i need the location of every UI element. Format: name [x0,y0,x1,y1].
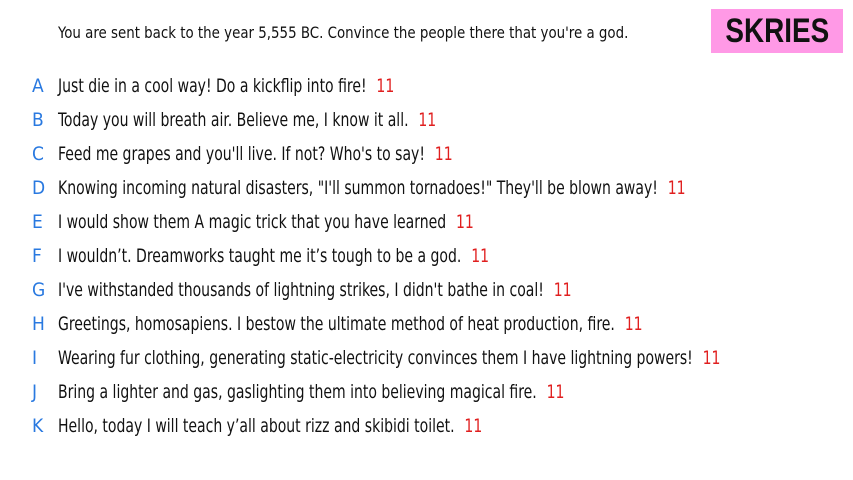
answer-text: Just die in a cool way! Do a kickflip in… [58,75,367,97]
answer-letter: D [32,177,46,199]
answer-letter: E [32,211,43,233]
vote-count: 11 [464,415,483,437]
answer-row-c[interactable]: C Feed me grapes and you'll live. If not… [0,138,853,168]
answer-text: Bring a lighter and gas, gaslighting the… [58,381,537,403]
answer-row-f[interactable]: F I wouldn’t. Dreamworks taught me it’s … [0,240,853,270]
answer-line: Hello, today I will teach y’all about ri… [58,414,482,438]
answer-letter: A [32,75,44,97]
answer-row-d[interactable]: D Knowing incoming natural disasters, "I… [0,172,853,202]
answer-text: Greetings, homosapiens. I bestow the ult… [58,313,615,335]
answer-letter: K [32,415,44,437]
answer-letter: B [32,109,44,131]
vote-count: 11 [376,75,395,97]
answer-line: Today you will breath air. Believe me, I… [58,108,436,132]
answer-letter: G [32,279,46,301]
logo-text: SKRIES [725,11,829,50]
answer-line: Feed me grapes and you'll live. If not? … [58,142,453,166]
vote-count: 11 [434,143,453,165]
answer-row-k[interactable]: K Hello, today I will teach y’all about … [0,410,853,440]
vote-count: 11 [667,177,686,199]
skries-logo: SKRIES [711,9,843,53]
answer-row-j[interactable]: J Bring a lighter and gas, gaslighting t… [0,376,853,406]
answer-text: I would show them A magic trick that you… [58,211,447,233]
answer-line: I've withstanded thousands of lightning … [58,278,572,302]
answer-letter: H [32,313,45,335]
vote-count: 11 [702,347,721,369]
answer-line: Bring a lighter and gas, gaslighting the… [58,380,564,404]
vote-count: 11 [546,381,565,403]
answer-line: Just die in a cool way! Do a kickflip in… [58,74,394,98]
vote-count: 11 [624,313,643,335]
vote-count: 11 [455,211,474,233]
answer-row-e[interactable]: E I would show them A magic trick that y… [0,206,853,236]
answer-row-g[interactable]: G I've withstanded thousands of lightnin… [0,274,853,304]
answer-letter: F [32,245,42,267]
answer-line: Wearing fur clothing, generating static-… [58,346,720,370]
answer-text: Hello, today I will teach y’all about ri… [58,415,455,437]
answer-letter: I [32,347,38,369]
vote-count: 11 [418,109,437,131]
vote-count: 11 [471,245,490,267]
answer-row-i[interactable]: I Wearing fur clothing, generating stati… [0,342,853,372]
answer-text: Wearing fur clothing, generating static-… [58,347,693,369]
answer-text: I wouldn’t. Dreamworks taught me it’s to… [58,245,462,267]
answer-line: Greetings, homosapiens. I bestow the ult… [58,312,643,336]
answer-letter: C [32,143,44,165]
vote-count: 11 [553,279,572,301]
answer-line: I would show them A magic trick that you… [58,210,474,234]
answer-text: Knowing incoming natural disasters, "I'l… [58,177,658,199]
answer-row-b[interactable]: B Today you will breath air. Believe me,… [0,104,853,134]
answer-line: I wouldn’t. Dreamworks taught me it’s to… [58,244,489,268]
answer-letter: J [32,381,38,403]
answer-text: Feed me grapes and you'll live. If not? … [58,143,425,165]
answer-text: I've withstanded thousands of lightning … [58,279,544,301]
answer-line: Knowing incoming natural disasters, "I'l… [58,176,686,200]
question-prompt: You are sent back to the year 5,555 BC. … [58,23,629,42]
answer-row-a[interactable]: A Just die in a cool way! Do a kickflip … [0,70,853,100]
answer-text: Today you will breath air. Believe me, I… [58,109,409,131]
answer-row-h[interactable]: H Greetings, homosapiens. I bestow the u… [0,308,853,338]
